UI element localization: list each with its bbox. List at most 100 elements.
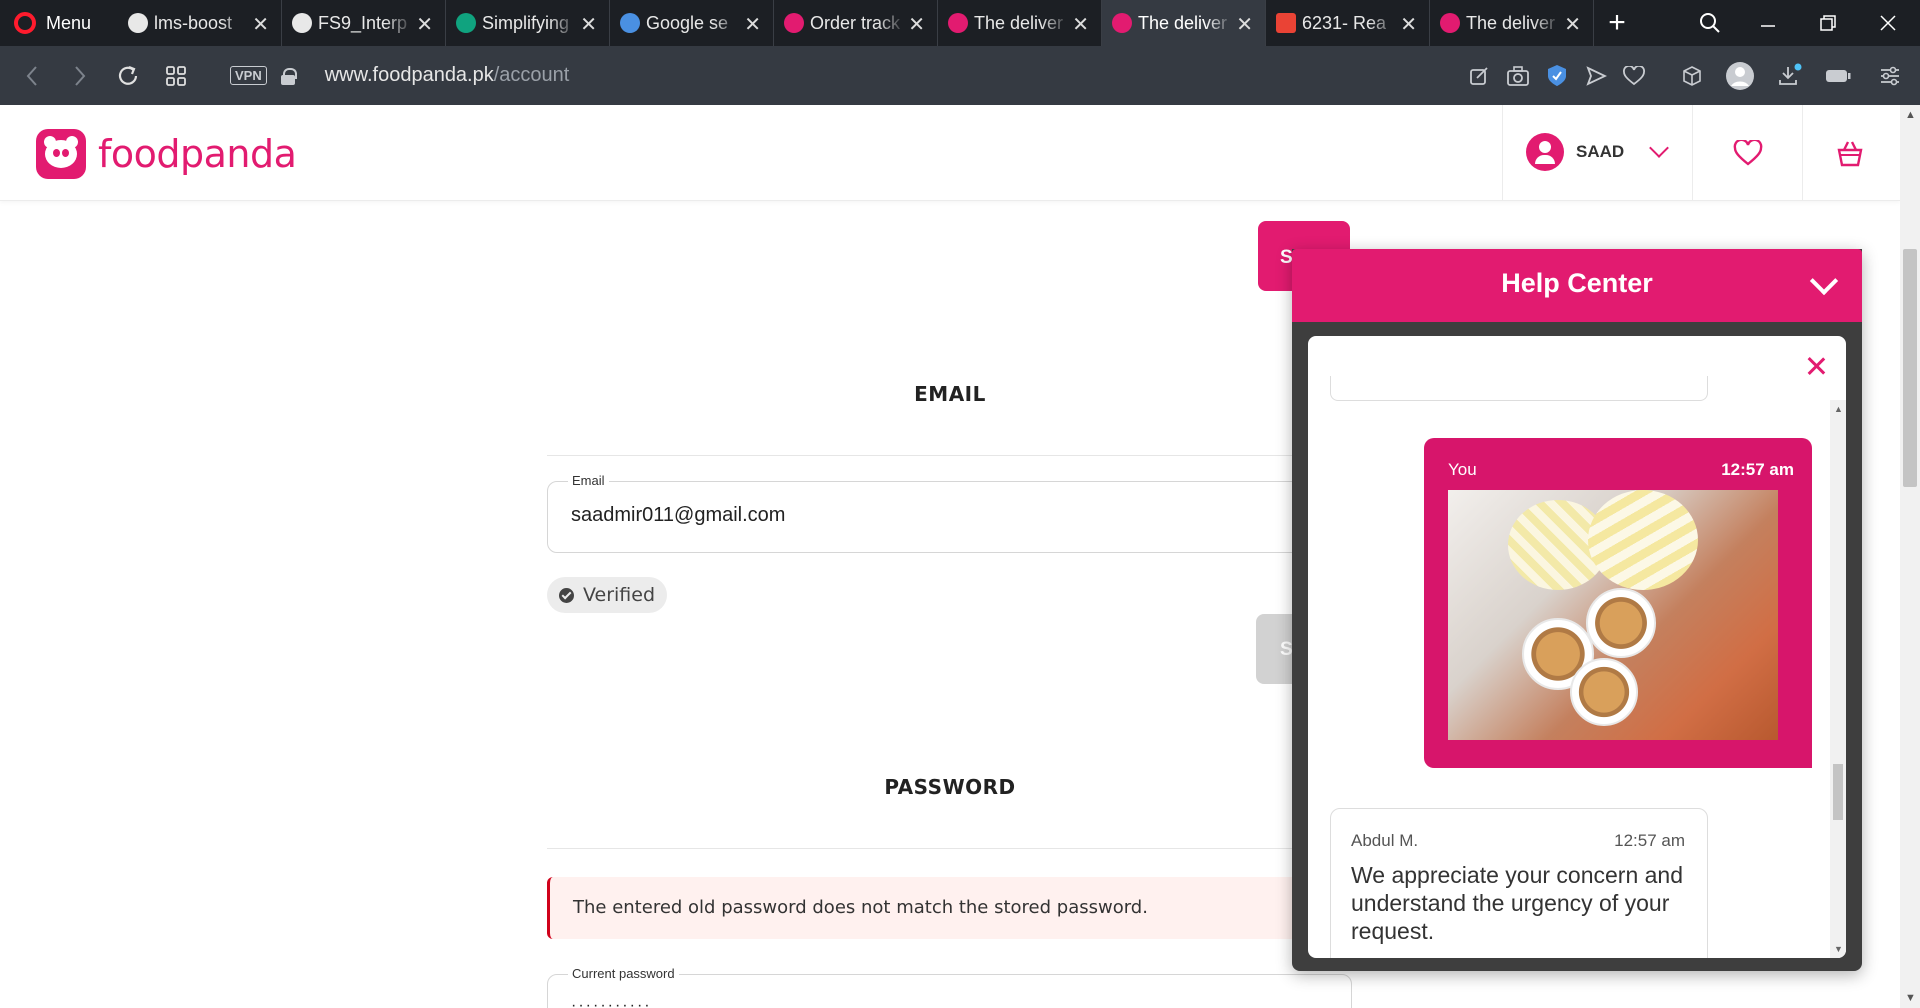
attached-food-photo[interactable]	[1448, 490, 1778, 740]
browser-tab[interactable]: The deliver ✕	[938, 0, 1102, 46]
wrapped-burger	[1588, 490, 1698, 590]
browser-menu-button[interactable]: Menu	[0, 0, 118, 46]
easy-setup-icon[interactable]	[1459, 46, 1499, 105]
password-error-message: The entered old password does not match …	[573, 897, 1148, 918]
header-divider	[1502, 105, 1503, 201]
url-host: www.foodpanda.pk	[324, 64, 494, 86]
password-error-alert: The entered old password does not match …	[547, 877, 1352, 939]
send-icon[interactable]	[1576, 46, 1616, 105]
section-divider	[547, 848, 1352, 849]
password-section-title: PASSWORD	[884, 775, 1016, 799]
foodpanda-icon	[1112, 13, 1132, 33]
tab-title: 6231- Rea	[1302, 12, 1387, 33]
back-icon[interactable]	[8, 46, 56, 105]
speed-dial-icon[interactable]	[152, 46, 200, 105]
minimize-icon[interactable]	[1740, 0, 1796, 46]
globe-icon	[128, 13, 148, 33]
chat-scrollbar[interactable]: ▲ ▼	[1830, 400, 1846, 958]
close-tab-icon[interactable]: ✕	[252, 12, 269, 37]
url-field[interactable]: www.foodpanda.pk/account	[325, 64, 570, 87]
reload-icon[interactable]	[104, 46, 152, 105]
close-tab-icon[interactable]: ✕	[1564, 12, 1581, 37]
close-tab-icon[interactable]: ✕	[1400, 12, 1417, 37]
chat-scroll-down-icon[interactable]: ▼	[1834, 944, 1843, 954]
message-time: 12:57 am	[1721, 460, 1794, 479]
profile-avatar-icon[interactable]	[1720, 46, 1760, 105]
email-label: Email	[568, 473, 609, 488]
header-divider	[1692, 105, 1693, 201]
user-message-bubble: You 12:57 am	[1424, 438, 1812, 768]
fries-cup	[1570, 658, 1638, 726]
cube-icon[interactable]	[1672, 46, 1712, 105]
email-field[interactable]: Email saadmir011@gmail.com	[547, 473, 1352, 553]
close-tab-icon[interactable]: ✕	[744, 12, 761, 37]
help-center-widget: Help Center You 12:57 am Abdul M. 12:57 …	[1292, 249, 1862, 971]
user-menu[interactable]: SAAD	[1526, 133, 1670, 171]
vpn-badge[interactable]: VPN	[230, 66, 267, 85]
current-password-label: Current password	[568, 966, 679, 981]
tab-title: The deliver	[1138, 12, 1228, 33]
site-header: foodpanda SAAD	[0, 105, 1900, 201]
chat-scroll-up-icon[interactable]: ▲	[1834, 404, 1843, 414]
new-tab-button[interactable]: +	[1594, 0, 1640, 46]
panda-logo-icon	[36, 129, 86, 179]
email-section-title: EMAIL	[914, 382, 986, 406]
close-tab-icon[interactable]: ✕	[908, 12, 925, 37]
help-center-title: Help Center	[1501, 268, 1653, 298]
page-scrollbar[interactable]: ▲ ▼	[1900, 105, 1920, 1008]
scroll-down-icon[interactable]: ▼	[1905, 992, 1916, 1004]
globe-icon	[292, 13, 312, 33]
section-divider	[547, 455, 1352, 456]
scroll-up-icon[interactable]: ▲	[1905, 109, 1916, 121]
cart-basket-icon[interactable]	[1830, 133, 1870, 173]
close-chat-icon[interactable]	[1804, 354, 1828, 378]
current-password-mask: ···········	[571, 997, 652, 1008]
battery-saver-icon[interactable]	[1818, 46, 1858, 105]
chat-scrollbar-thumb[interactable]	[1833, 764, 1843, 820]
favourites-heart-icon[interactable]	[1728, 133, 1768, 173]
tab-title: The deliver	[974, 12, 1064, 33]
close-tab-icon[interactable]: ✕	[1072, 12, 1089, 37]
chevron-down-icon	[1649, 138, 1670, 158]
heart-icon[interactable]	[1614, 46, 1654, 105]
browser-tab[interactable]: 6231- Rea ✕	[1266, 0, 1430, 46]
page-scrollbar-thumb[interactable]	[1903, 249, 1917, 487]
downloads-icon[interactable]	[1770, 46, 1810, 105]
browser-tab-active[interactable]: The deliver ✕	[1102, 0, 1266, 46]
url-path: /account	[493, 64, 570, 86]
browser-tab[interactable]: Order track ✕	[774, 0, 938, 46]
browser-tab-strip: Menu lms-boost ✕ FS9_Interp ✕ Simplifyin…	[0, 0, 1920, 46]
browser-tab[interactable]: FS9_Interp ✕	[282, 0, 446, 46]
current-password-field[interactable]: Current password ···········	[547, 966, 1352, 1008]
previous-message-bubble	[1330, 376, 1708, 401]
browser-tab[interactable]: The deliver ✕	[1430, 0, 1594, 46]
chat-panel: You 12:57 am Abdul M. 12:57 am We apprec…	[1308, 336, 1846, 958]
tab-title: The deliver	[1466, 12, 1556, 33]
close-tab-icon[interactable]: ✕	[416, 12, 433, 37]
verified-badge: Verified	[547, 577, 668, 613]
help-center-header[interactable]: Help Center	[1292, 249, 1862, 322]
forward-icon[interactable]	[56, 46, 104, 105]
tab-title: Google se	[646, 12, 729, 33]
tab-title: FS9_Interp	[318, 12, 408, 33]
close-tab-icon[interactable]: ✕	[1236, 12, 1253, 37]
restore-icon[interactable]	[1800, 0, 1856, 46]
lock-icon[interactable]	[280, 67, 297, 85]
fries-cup	[1586, 588, 1656, 658]
snapshot-camera-icon[interactable]	[1498, 46, 1538, 105]
browser-tab[interactable]: Simplifying ✕	[446, 0, 610, 46]
adblock-shield-icon[interactable]	[1537, 46, 1577, 105]
browser-menu-label: Menu	[46, 12, 92, 33]
tab-title: Order track	[810, 12, 901, 33]
google-icon	[620, 13, 640, 33]
browser-tab[interactable]: lms-boost ✕	[118, 0, 282, 46]
browser-tab[interactable]: Google se ✕	[610, 0, 774, 46]
opera-logo-icon	[14, 12, 36, 34]
message-sender: You	[1448, 460, 1477, 479]
foodpanda-logo[interactable]: foodpanda	[36, 129, 297, 179]
easy-setup-sliders-icon[interactable]	[1870, 46, 1910, 105]
search-tabs-icon[interactable]	[1682, 0, 1738, 46]
verified-label: Verified	[583, 584, 656, 606]
close-window-icon[interactable]	[1860, 0, 1916, 46]
close-tab-icon[interactable]: ✕	[580, 12, 597, 37]
